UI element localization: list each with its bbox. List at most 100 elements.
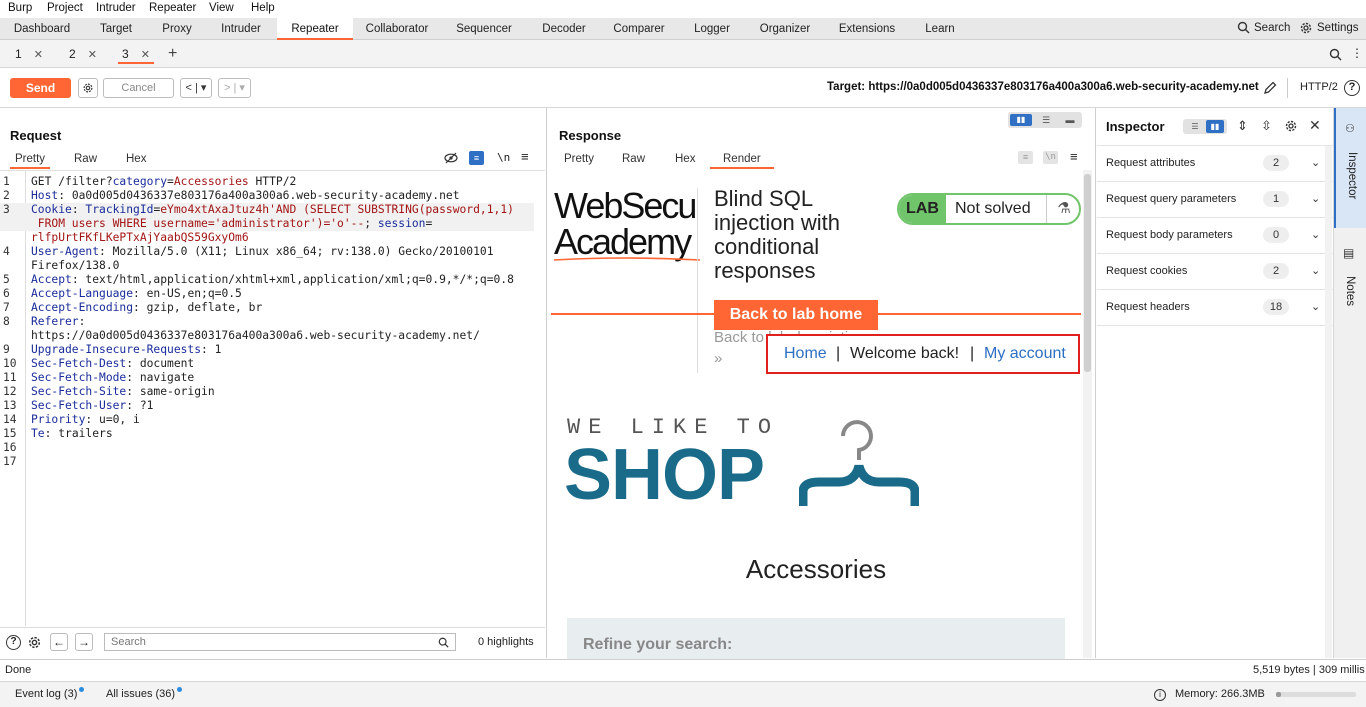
- layout-toggle[interactable]: ▮▮ ☰ ▬: [1008, 112, 1082, 128]
- code-key: Sec-Fetch-Dest: [31, 357, 127, 370]
- cancel-button[interactable]: Cancel: [103, 78, 174, 98]
- all-issues-button[interactable]: All issues (36): [106, 687, 183, 700]
- inspector-layout-toggle[interactable]: ☰ ▮▮: [1183, 119, 1227, 134]
- code-value: rlfpUrtFKfLKePTxAjYaabQS59GxyOm6: [31, 231, 249, 244]
- tab-organizer[interactable]: Organizer: [753, 18, 817, 40]
- hide-nonprintable-icon[interactable]: [444, 152, 458, 164]
- nav-home-link[interactable]: Home: [784, 345, 827, 363]
- tab-dashboard[interactable]: Dashboard: [4, 18, 80, 40]
- menu-help[interactable]: Help: [251, 2, 275, 14]
- tab-collaborator[interactable]: Collaborator: [360, 18, 434, 40]
- code-line: 16: [0, 441, 534, 455]
- protocol-label[interactable]: HTTP/2: [1300, 81, 1338, 93]
- response-tab-raw[interactable]: Raw: [622, 149, 645, 169]
- tab-sequencer[interactable]: Sequencer: [450, 18, 518, 40]
- request-tab-raw[interactable]: Raw: [74, 149, 97, 169]
- request-tab-hex[interactable]: Hex: [126, 149, 146, 169]
- tab-repeater[interactable]: Repeater: [277, 18, 353, 40]
- history-forward-button[interactable]: > | ▾: [218, 78, 251, 98]
- tab-target[interactable]: Target: [88, 18, 144, 40]
- inspector-request-query-parameters[interactable]: Request query parameters 1 ⌄: [1097, 182, 1333, 218]
- welcome-text: Welcome back!: [850, 345, 960, 362]
- gear-icon: [83, 83, 93, 93]
- send-settings-button[interactable]: [78, 78, 98, 98]
- tab-menu-icon[interactable]: ⋮: [1351, 46, 1363, 60]
- request-tab-pretty[interactable]: Pretty: [10, 149, 51, 169]
- code-line: 8 Referer:: [0, 315, 534, 329]
- tab-comparer[interactable]: Comparer: [608, 18, 670, 40]
- info-icon[interactable]: i: [1154, 689, 1166, 701]
- code-plain: : 1: [201, 343, 222, 356]
- menu-intruder[interactable]: Intruder: [96, 2, 136, 14]
- code-text: Sec-Fetch-Dest: document: [31, 357, 194, 371]
- history-back-button[interactable]: < | ▾: [180, 78, 212, 98]
- list-view-icon[interactable]: ☰: [1186, 120, 1204, 133]
- tab-learn[interactable]: Learn: [918, 18, 962, 40]
- repeater-tab-2[interactable]: 2 ✕: [69, 44, 97, 64]
- settings-button[interactable]: Settings: [1299, 21, 1359, 35]
- previous-match-button[interactable]: ←: [50, 633, 68, 651]
- close-icon[interactable]: ✕: [141, 49, 150, 61]
- close-icon[interactable]: ✕: [88, 49, 97, 61]
- search-icon[interactable]: [1329, 48, 1342, 61]
- tab-extensions[interactable]: Extensions: [833, 18, 901, 40]
- repeater-tab-3[interactable]: 3 ✕: [118, 44, 154, 64]
- panel-divider[interactable]: [1095, 108, 1096, 658]
- event-log-button[interactable]: Event log (3): [15, 687, 85, 700]
- collapse-all-icon[interactable]: ⇳: [1261, 118, 1272, 134]
- inspector-scrollbar[interactable]: [1325, 146, 1332, 658]
- tab-intruder[interactable]: Intruder: [212, 18, 270, 40]
- close-icon[interactable]: ✕: [1309, 117, 1321, 134]
- inspector-request-attributes[interactable]: Request attributes 2 ⌄: [1097, 146, 1333, 182]
- code-plain: Firefox/138.0: [31, 259, 120, 272]
- global-search-button[interactable]: Search: [1237, 21, 1290, 34]
- panel-divider[interactable]: [546, 108, 547, 658]
- next-match-button[interactable]: →: [75, 633, 93, 651]
- layout-side-by-side-icon[interactable]: ▮▮: [1010, 114, 1032, 126]
- side-tab-inspector[interactable]: ⚇ Inspector: [1334, 108, 1366, 228]
- line-number: 11: [3, 371, 17, 384]
- back-to-lab-home-button[interactable]: Back to lab home: [714, 300, 878, 330]
- add-tab-button[interactable]: +: [168, 44, 177, 64]
- code-text: Sec-Fetch-Site: same-origin: [31, 385, 215, 399]
- render-scrollbar[interactable]: [1083, 170, 1092, 658]
- tab-logger[interactable]: Logger: [687, 18, 737, 40]
- menu-burp[interactable]: Burp: [8, 2, 32, 14]
- send-button[interactable]: Send: [10, 78, 71, 98]
- menu-project[interactable]: Project: [47, 2, 83, 14]
- response-tab-hex[interactable]: Hex: [675, 149, 695, 169]
- menu-view[interactable]: View: [209, 2, 234, 14]
- inspector-request-cookies[interactable]: Request cookies 2 ⌄: [1097, 254, 1333, 290]
- tab-proxy[interactable]: Proxy: [152, 18, 202, 40]
- menu-repeater[interactable]: Repeater: [149, 2, 196, 14]
- response-tab-render[interactable]: Render: [710, 149, 774, 169]
- inspector-row-count: 2: [1263, 263, 1289, 279]
- gear-icon[interactable]: [27, 635, 42, 650]
- side-tab-notes[interactable]: ▤ Notes: [1334, 236, 1366, 326]
- help-icon[interactable]: ?: [1344, 80, 1360, 96]
- response-tab-pretty[interactable]: Pretty: [564, 149, 594, 169]
- scroll-thumb[interactable]: [1084, 174, 1091, 372]
- inspector-request-headers[interactable]: Request headers 18 ⌄: [1097, 290, 1333, 326]
- edit-target-icon[interactable]: [1262, 80, 1278, 96]
- editor-menu-icon[interactable]: ≡: [521, 149, 529, 164]
- newline-icon[interactable]: \n: [497, 151, 510, 164]
- split-view-icon[interactable]: ▮▮: [1206, 120, 1224, 133]
- tab-decoder[interactable]: Decoder: [535, 18, 593, 40]
- repeater-tab-1[interactable]: 1 ✕: [15, 44, 43, 64]
- inspector-row-count: 2: [1263, 155, 1289, 171]
- request-editor[interactable]: 1 GET /filter?category=Accessories HTTP/2…: [0, 170, 545, 626]
- all-issues-label: All issues (36): [106, 688, 176, 700]
- help-icon[interactable]: ?: [6, 635, 21, 650]
- my-account-link[interactable]: My account: [984, 345, 1066, 363]
- code-plain: : ?1: [126, 399, 154, 412]
- wrap-lines-icon[interactable]: ≡: [469, 151, 484, 165]
- gear-icon[interactable]: [1284, 119, 1298, 133]
- close-icon[interactable]: ✕: [34, 49, 43, 61]
- editor-menu-icon[interactable]: ≡: [1070, 149, 1078, 164]
- layout-single-icon[interactable]: ▬: [1062, 114, 1078, 126]
- inspector-request-body-parameters[interactable]: Request body parameters 0 ⌄: [1097, 218, 1333, 254]
- expand-all-icon[interactable]: ⇕: [1237, 118, 1248, 134]
- layout-stacked-icon[interactable]: ☰: [1038, 114, 1054, 126]
- search-input[interactable]: Search: [104, 633, 456, 651]
